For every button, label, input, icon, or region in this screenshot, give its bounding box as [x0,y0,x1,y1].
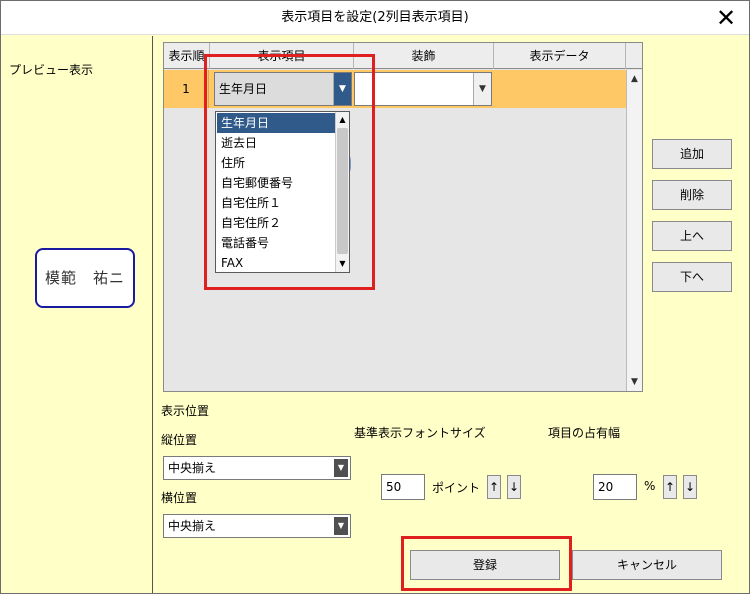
horizontal-label: 横位置 [161,491,198,505]
arrow-up-icon[interactable]: ↑ [663,475,677,499]
dropdown-option[interactable]: 生年月日 [217,113,335,133]
chevron-down-icon[interactable]: ▼ [333,73,351,105]
add-button[interactable]: 追加 [652,139,732,169]
dropdown-option[interactable]: 自宅郵便番号 [217,173,335,193]
dropdown-option[interactable]: 逝去日 [217,133,335,153]
dialog-window: 表示項目を設定(2列目表示項目) ✕ プレビュー表示 模範 祐ニ 表示順 表示項… [0,0,750,594]
title-bar: 表示項目を設定(2列目表示項目) ✕ [1,1,749,35]
dropdown-option[interactable]: 自宅住所２ [217,213,335,233]
arrow-down-icon[interactable]: ↓ [507,475,521,499]
width-label: 項目の占有幅 [548,426,621,440]
horizontal-select-value: 中央揃え [168,519,217,533]
header-decoration[interactable]: 装飾 [354,43,494,69]
horizontal-select[interactable]: 中央揃え ▼ [163,514,351,538]
header-item[interactable]: 表示項目 [210,43,354,69]
register-button[interactable]: 登録 [410,550,560,580]
scroll-down-icon[interactable]: ▼ [627,375,642,389]
chevron-down-icon[interactable]: ▼ [334,517,348,535]
position-heading: 表示位置 [161,404,210,418]
scroll-down-icon[interactable]: ▼ [336,257,349,271]
header-order[interactable]: 表示順 [164,43,210,69]
cancel-button[interactable]: キャンセル [572,550,722,580]
dropdown-scroll-thumb[interactable] [337,128,348,254]
preview-pane: プレビュー表示 模範 祐ニ [1,36,153,593]
item-combo[interactable]: 生年月日 ▼ [214,72,352,106]
preview-label: プレビュー表示 [9,63,94,77]
chevron-down-icon[interactable]: ▼ [473,73,491,105]
table-row[interactable]: 1 生年月日 ▼ ▼ [164,70,626,108]
font-size-label: 基準表示フォントサイズ [354,426,486,440]
close-icon[interactable]: ✕ [713,5,739,31]
row-order: 1 [164,70,209,108]
vertical-select[interactable]: 中央揃え ▼ [163,456,351,480]
grid-header: 表示順 表示項目 装飾 表示データ [164,43,642,69]
seal-preview: 模範 祐ニ [35,248,135,308]
delete-button[interactable]: 削除 [652,180,732,210]
width-unit: % [644,479,656,493]
dropdown-option[interactable]: FAX [217,253,335,273]
dropdown-option[interactable]: 住所 [217,153,335,173]
window-title: 表示項目を設定(2列目表示項目) [281,10,469,25]
vertical-select-value: 中央揃え [168,461,217,475]
scroll-up-icon[interactable]: ▲ [627,72,642,86]
dropdown-scrollbar[interactable]: ▲ ▼ [335,112,349,272]
arrow-down-icon[interactable]: ↓ [683,475,697,499]
move-up-button[interactable]: 上へ [652,221,732,251]
font-size-input[interactable]: 50 [381,474,425,500]
move-down-button[interactable]: 下へ [652,262,732,292]
item-combo-value: 生年月日 [219,82,268,96]
arrow-up-icon[interactable]: ↑ [487,475,501,499]
item-dropdown-list[interactable]: 生年月日 逝去日 住所 自宅郵便番号 自宅住所１ 自宅住所２ 電話番号 FAX … [215,111,350,273]
dropdown-option[interactable]: 電話番号 [217,233,335,253]
scroll-up-icon[interactable]: ▲ [336,113,349,127]
width-input[interactable]: 20 [593,474,637,500]
vertical-label: 縦位置 [161,433,198,447]
header-data[interactable]: 表示データ [494,43,626,69]
grid-scrollbar[interactable]: ▲ ▼ [626,70,642,391]
dropdown-option[interactable]: 自宅住所１ [217,193,335,213]
chevron-down-icon[interactable]: ▼ [334,459,348,477]
decoration-combo[interactable]: ▼ [354,72,492,106]
font-size-unit: ポイント [432,481,481,495]
